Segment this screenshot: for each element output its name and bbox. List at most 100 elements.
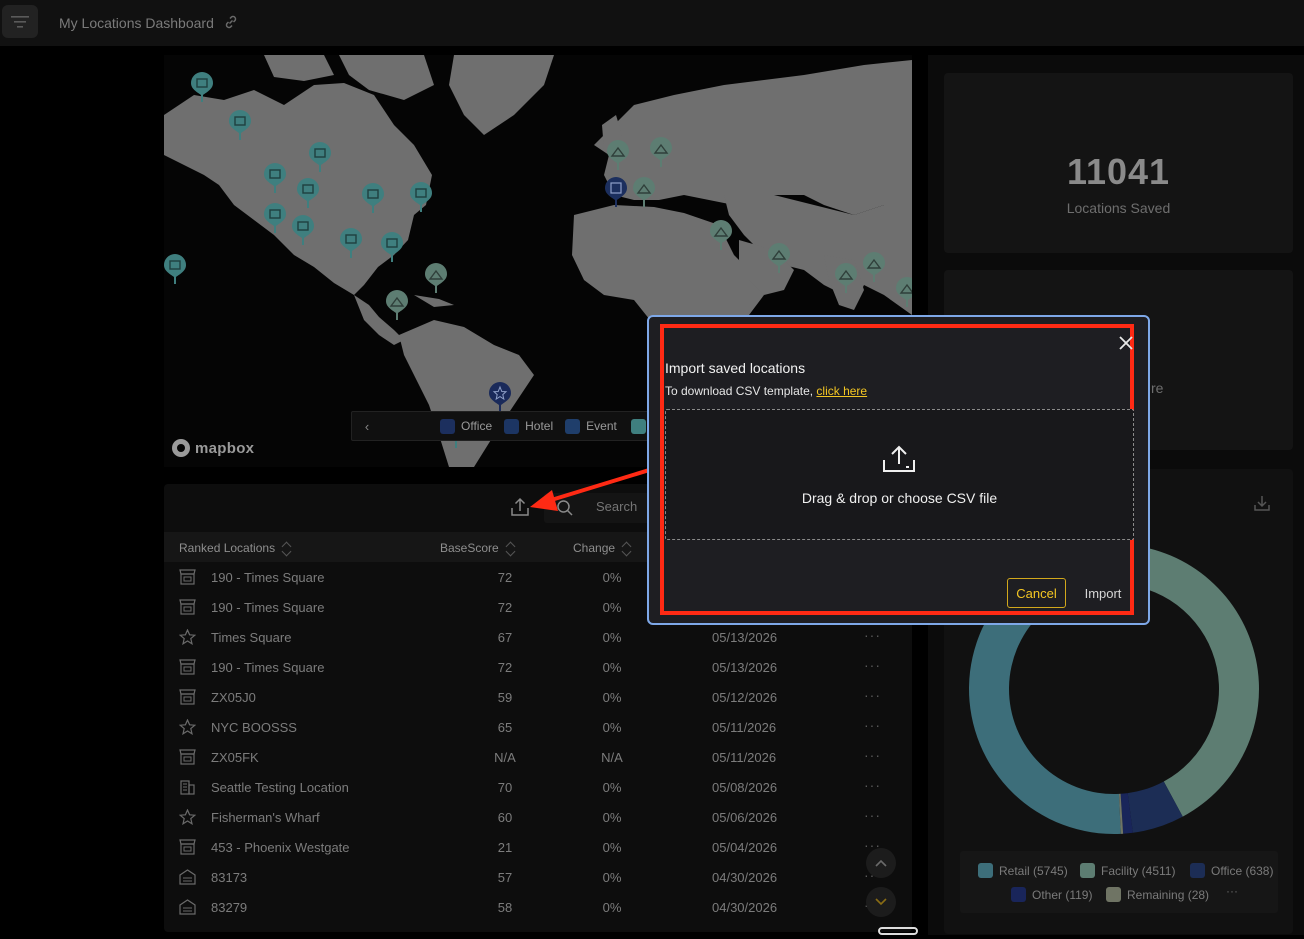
map-pin-facility[interactable] bbox=[607, 140, 629, 170]
search-box[interactable] bbox=[544, 493, 664, 523]
map-pin-facility[interactable] bbox=[896, 277, 912, 307]
import-button[interactable]: Import bbox=[1077, 578, 1129, 608]
map-pin-retail[interactable] bbox=[309, 142, 331, 172]
location-name[interactable]: 83279 bbox=[211, 900, 247, 915]
chevron-down-icon bbox=[875, 898, 887, 906]
column-basescore[interactable]: BaseScore bbox=[440, 540, 516, 556]
table-row[interactable]: NYC BOOSSS 65 0% 05/11/2026 ··· bbox=[164, 712, 912, 742]
dialog-subtitle: To download CSV template, click here bbox=[665, 384, 867, 398]
location-name[interactable]: 190 - Times Square bbox=[211, 600, 324, 615]
legend-item-office[interactable]: Office bbox=[440, 418, 492, 434]
upload-icon[interactable] bbox=[509, 496, 531, 518]
cancel-button[interactable]: Cancel bbox=[1007, 578, 1066, 608]
scroll-down-button[interactable] bbox=[866, 887, 896, 917]
legend-item-hotel[interactable]: Hotel bbox=[504, 418, 553, 434]
link-icon[interactable] bbox=[223, 14, 239, 30]
donut-legend-item-retail[interactable]: Retail (5745) bbox=[978, 863, 1068, 878]
map-pin-retail[interactable] bbox=[340, 228, 362, 258]
chevron-up-icon bbox=[875, 859, 887, 867]
score-change: 0% bbox=[602, 780, 622, 795]
table-row[interactable]: 83279580%04/30/2026··· bbox=[164, 892, 912, 922]
map-pin-retail[interactable] bbox=[264, 163, 286, 193]
table-row[interactable]: 190 - Times Square 72 0% 05/13/2026 ··· bbox=[164, 652, 912, 682]
map-pin-retail[interactable] bbox=[292, 215, 314, 245]
close-icon[interactable] bbox=[1117, 334, 1135, 352]
locations-saved-count: 11041 bbox=[1066, 151, 1171, 192]
star-icon bbox=[178, 718, 197, 736]
map-pin-office[interactable] bbox=[605, 177, 627, 207]
location-name[interactable]: 190 - Times Square bbox=[211, 570, 324, 585]
mapbox-logo[interactable]: mapbox bbox=[172, 439, 254, 457]
legend-swatch bbox=[630, 418, 646, 434]
map-pin-facility[interactable] bbox=[425, 263, 447, 293]
location-name[interactable]: 190 - Times Square bbox=[211, 660, 324, 675]
donut-legend-item-facility[interactable]: Facility (4511) bbox=[1080, 863, 1175, 878]
location-name[interactable]: 453 - Phoenix Westgate bbox=[211, 840, 350, 855]
table-row[interactable]: Times Square 67 0% 05/13/2026 ··· bbox=[164, 622, 912, 652]
base-score: 21 bbox=[497, 840, 513, 855]
scroll-indicator bbox=[878, 927, 918, 935]
map-pin-facility[interactable] bbox=[835, 263, 857, 293]
sort-icon[interactable] bbox=[282, 540, 292, 556]
map-pin-favorite[interactable] bbox=[489, 382, 511, 412]
map-pin-retail[interactable] bbox=[362, 183, 384, 213]
csv-dropzone[interactable]: Drag & drop or choose CSV file bbox=[665, 409, 1134, 540]
filter-button[interactable] bbox=[2, 5, 38, 38]
legend-item-event[interactable]: Event bbox=[565, 418, 617, 434]
map-pin-retail[interactable] bbox=[297, 178, 319, 208]
map-pin-retail[interactable] bbox=[164, 254, 186, 284]
row-more-button[interactable]: ··· bbox=[864, 657, 881, 673]
table-row[interactable]: 453 - Phoenix Westgate 21 0% 05/04/2026 ··· bbox=[164, 832, 912, 862]
row-more-button[interactable]: ··· bbox=[864, 687, 881, 703]
donut-legend-more[interactable]: ··· bbox=[1226, 884, 1238, 898]
location-name[interactable]: Seattle Testing Location bbox=[211, 780, 349, 795]
location-name[interactable]: NYC BOOSSS bbox=[211, 720, 297, 735]
table-row[interactable]: Fisherman's Wharf 60 0% 05/06/2026 ··· bbox=[164, 802, 912, 832]
map-pin-facility[interactable] bbox=[633, 177, 655, 207]
chevron-left-icon[interactable]: ‹ bbox=[352, 419, 382, 434]
row-more-button[interactable]: ··· bbox=[864, 627, 881, 643]
legend-label: Remaining (28) bbox=[1127, 887, 1210, 902]
base-score: 72 bbox=[497, 570, 513, 585]
scroll-up-button[interactable] bbox=[866, 848, 896, 878]
sort-icon[interactable] bbox=[622, 540, 632, 556]
location-name[interactable]: 83173 bbox=[211, 870, 247, 885]
map-pin-facility[interactable] bbox=[650, 137, 672, 167]
saved-date: 05/11/2026 bbox=[712, 750, 777, 765]
location-name[interactable]: ZX05J0 bbox=[211, 690, 256, 705]
location-name[interactable]: Fisherman's Wharf bbox=[211, 810, 320, 825]
row-more-button[interactable]: ··· bbox=[864, 717, 881, 733]
warehouse-icon bbox=[179, 899, 196, 915]
column-ranked-locations[interactable]: Ranked Locations bbox=[179, 540, 292, 556]
map-pin-retail[interactable] bbox=[264, 203, 286, 233]
download-template-link[interactable]: click here bbox=[816, 384, 867, 398]
table-row[interactable]: 83173570%04/30/2026··· bbox=[164, 862, 912, 892]
map-pin-retail[interactable] bbox=[381, 232, 403, 262]
location-name[interactable]: Times Square bbox=[211, 630, 291, 645]
map-pin-retail[interactable] bbox=[410, 182, 432, 212]
table-row[interactable]: ZX05J0 59 0% 05/12/2026 ··· bbox=[164, 682, 912, 712]
column-label: BaseScore bbox=[440, 541, 499, 555]
score-change: 0% bbox=[602, 600, 622, 615]
sort-icon[interactable] bbox=[506, 540, 516, 556]
table-row[interactable]: ZX05FK N/A N/A 05/11/2026 ··· bbox=[164, 742, 912, 772]
map-pin-retail[interactable] bbox=[191, 72, 213, 102]
download-icon[interactable] bbox=[1253, 494, 1271, 512]
map-pin-retail[interactable] bbox=[229, 110, 251, 140]
donut-legend-item-remaining[interactable]: Remaining (28) bbox=[1106, 887, 1209, 902]
map-pin-facility[interactable] bbox=[710, 220, 732, 250]
row-more-button[interactable]: ··· bbox=[864, 807, 881, 823]
donut-legend-item-office[interactable]: Office (638) bbox=[1190, 863, 1273, 878]
donut-legend-item-other[interactable]: Other (119) bbox=[1011, 887, 1092, 902]
row-more-button[interactable]: ··· bbox=[864, 747, 881, 763]
map-legend: ‹ Office Hotel Event bbox=[351, 411, 671, 441]
map-pin-facility[interactable] bbox=[768, 243, 790, 273]
map-pin-facility[interactable] bbox=[863, 252, 885, 282]
row-more-button[interactable]: ··· bbox=[864, 777, 881, 793]
map-pin-facility[interactable] bbox=[386, 290, 408, 320]
saved-date: 05/11/2026 bbox=[712, 720, 777, 735]
location-name[interactable]: ZX05FK bbox=[211, 750, 259, 765]
table-row[interactable]: Seattle Testing Location 70 0% 05/08/2026 ··… bbox=[164, 772, 912, 802]
column-change[interactable]: Change bbox=[573, 540, 632, 556]
saved-date: 04/30/2026 bbox=[712, 870, 778, 885]
